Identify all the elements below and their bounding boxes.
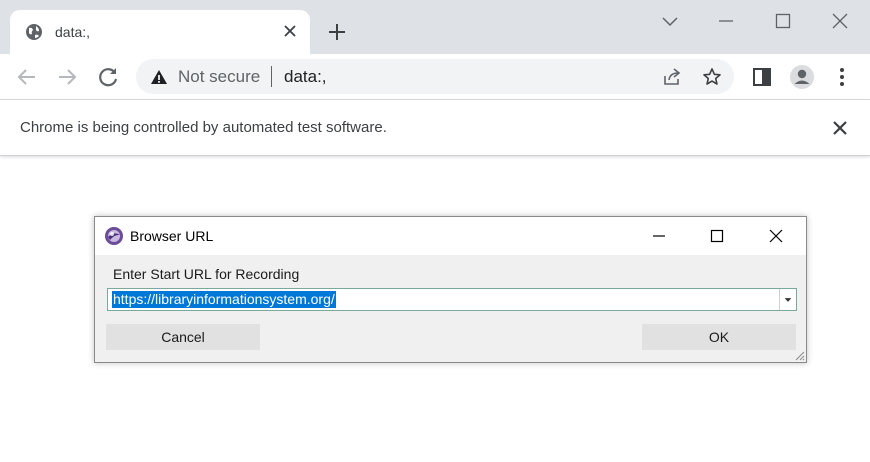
automation-infobar: Chrome is being controlled by automated …	[0, 100, 870, 156]
minimize-window-icon[interactable]	[713, 8, 739, 34]
tab-title: data:,	[55, 24, 91, 40]
resize-grip-icon[interactable]	[793, 349, 805, 361]
share-icon[interactable]	[662, 67, 682, 87]
dialog-close-icon[interactable]	[765, 225, 787, 247]
dialog-minimize-icon[interactable]	[648, 225, 670, 247]
infobar-message: Chrome is being controlled by automated …	[20, 119, 387, 136]
close-tab-icon[interactable]	[282, 23, 298, 39]
tab-strip: data:,	[0, 0, 870, 54]
back-arrow-icon[interactable]	[14, 64, 40, 90]
url-text[interactable]: data:,	[284, 67, 327, 87]
ok-button[interactable]: OK	[642, 324, 796, 350]
address-bar[interactable]: Not secure data:,	[136, 59, 734, 94]
forward-arrow-icon[interactable]	[54, 64, 80, 90]
cancel-button[interactable]: Cancel	[106, 324, 260, 350]
security-status[interactable]: Not secure	[178, 67, 260, 87]
dialog-titlebar[interactable]: Browser URL	[95, 217, 806, 255]
dialog-title: Browser URL	[130, 228, 214, 244]
dialog-maximize-icon[interactable]	[706, 225, 728, 247]
tab-search-chevron-icon[interactable]	[657, 8, 683, 34]
reload-icon[interactable]	[95, 64, 121, 90]
star-bookmark-icon[interactable]	[702, 67, 722, 87]
globe-icon	[26, 24, 42, 40]
omnibox-divider	[271, 66, 272, 87]
browser-url-dialog: Browser URL Enter Start URL for Recordin…	[94, 216, 807, 363]
warning-triangle-icon[interactable]	[150, 68, 168, 86]
more-menu-icon[interactable]	[829, 64, 855, 90]
side-panel-icon[interactable]	[749, 64, 775, 90]
close-window-icon[interactable]	[827, 8, 853, 34]
dropdown-arrow-icon[interactable]	[779, 289, 796, 310]
start-url-combobox[interactable]: https://libraryinformationsystem.org/	[107, 288, 797, 311]
app-logo-icon	[105, 227, 123, 245]
close-infobar-icon[interactable]	[830, 118, 850, 138]
new-tab-icon[interactable]	[326, 21, 348, 43]
browser-toolbar: Not secure data:,	[0, 54, 870, 100]
start-url-label: Enter Start URL for Recording	[113, 266, 300, 282]
start-url-value[interactable]: https://libraryinformationsystem.org/	[112, 291, 336, 308]
maximize-window-icon[interactable]	[770, 8, 796, 34]
browser-tab[interactable]: data:,	[10, 10, 310, 54]
profile-avatar-icon[interactable]	[789, 64, 815, 90]
